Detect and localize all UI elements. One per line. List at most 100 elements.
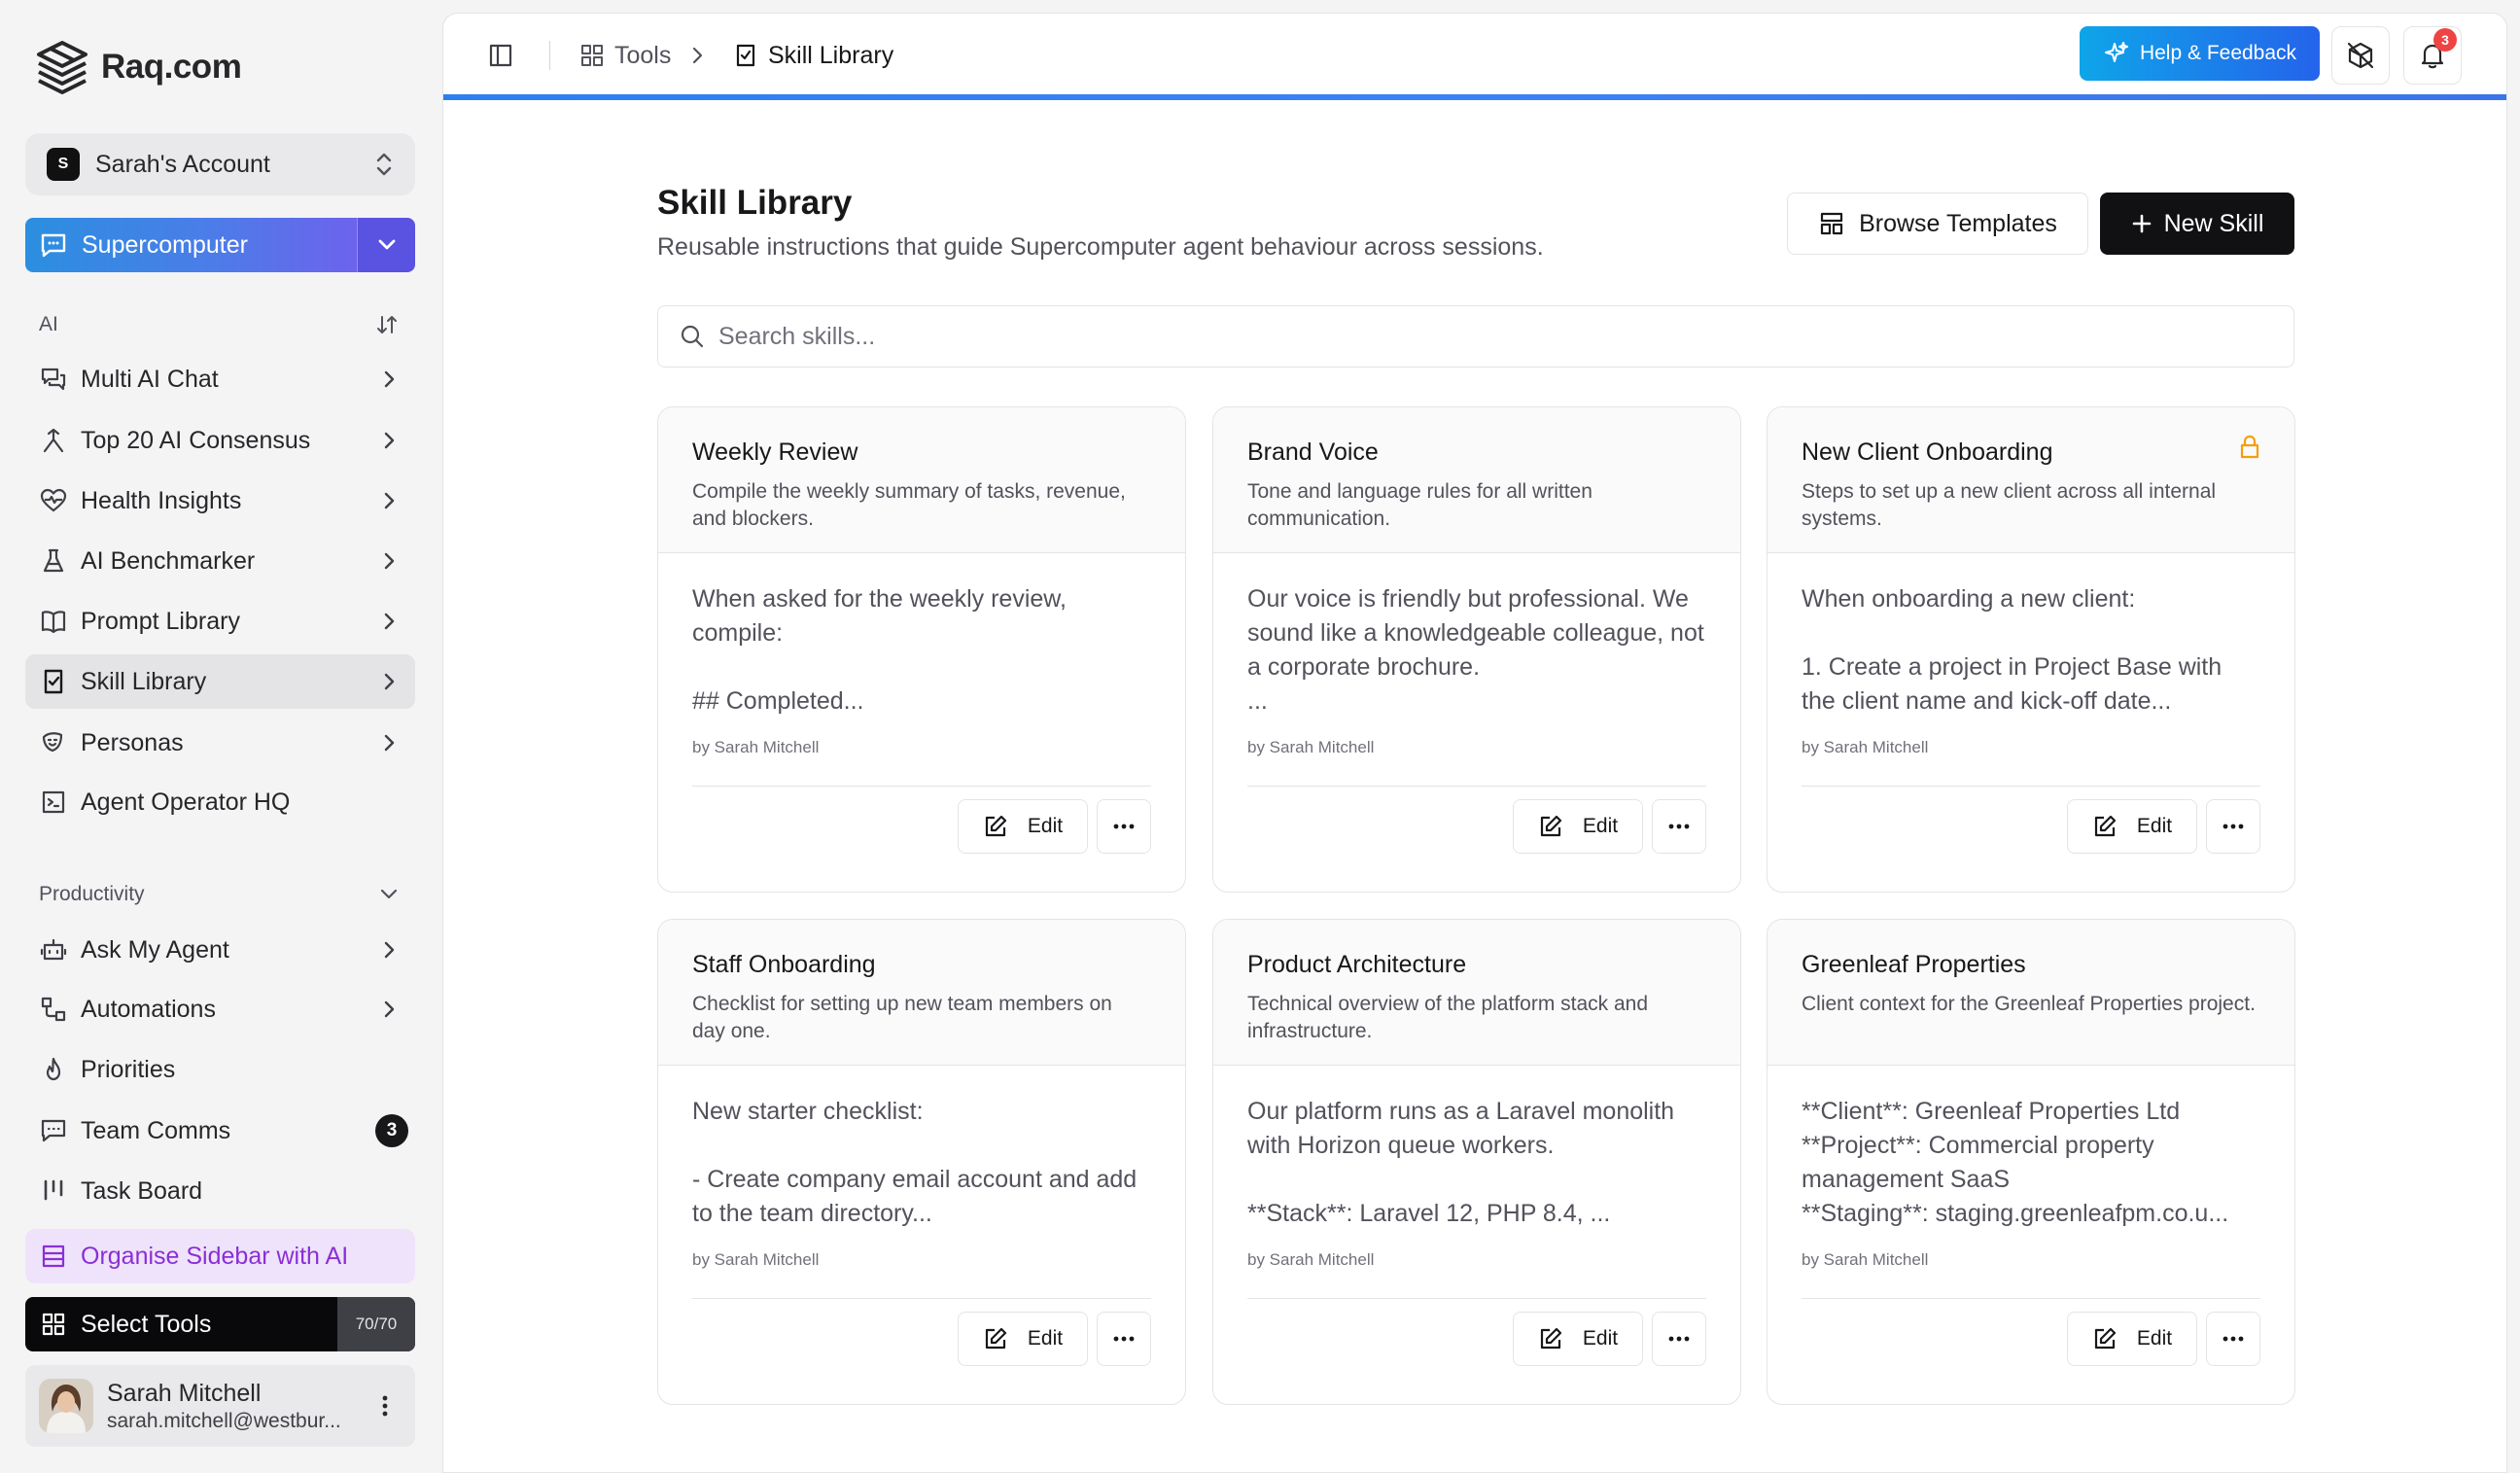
more-options-button[interactable] <box>1652 1312 1706 1366</box>
chevron-right-icon <box>384 370 395 388</box>
help-feedback-label: Help & Feedback <box>2139 42 2297 64</box>
card-footer: Edit <box>1213 1299 1740 1404</box>
sidebar-item-personas[interactable]: Personas <box>25 716 415 770</box>
edit-button[interactable]: Edit <box>2067 799 2197 854</box>
main-panel: Tools Skill Library Help & Feedback 3 Sk… <box>442 13 2507 1473</box>
card-content: **Client**: Greenleaf Properties Ltd **P… <box>1802 1098 2229 1227</box>
search-input[interactable] <box>718 322 2177 351</box>
chevron-right-icon <box>384 941 395 959</box>
skill-card[interactable]: Brand Voice Tone and language rules for … <box>1212 406 1741 893</box>
more-horizontal-icon <box>1113 824 1135 829</box>
card-content: When asked for the weekly review, compil… <box>692 585 1067 715</box>
chevron-right-icon <box>384 1000 395 1018</box>
notification-badge: 3 <box>2433 28 2457 52</box>
grid-icon <box>39 1310 68 1339</box>
user-profile[interactable]: Sarah Mitchell sarah.mitchell@westbur... <box>25 1365 415 1447</box>
nav-label: AI Benchmarker <box>81 546 256 575</box>
team-comms-count-badge: 3 <box>375 1114 408 1147</box>
card-title: Greenleaf Properties <box>1802 951 2026 978</box>
supercomputer-label: Supercomputer <box>82 230 248 259</box>
edit-icon <box>985 815 1007 837</box>
section-ai-header: AI <box>39 313 399 336</box>
message-icon <box>39 1116 68 1145</box>
logo[interactable]: Raq.com <box>35 39 242 95</box>
breadcrumb-tools[interactable]: Tools <box>579 14 671 97</box>
edit-button[interactable]: Edit <box>958 799 1088 854</box>
sidebar-item-team-comms[interactable]: Team Comms 3 <box>25 1104 415 1158</box>
sidebar-item-ask-my-agent[interactable]: Ask My Agent <box>25 923 415 977</box>
card-content: New starter checklist: - Create company … <box>692 1098 1138 1227</box>
edit-icon <box>1540 1327 1562 1350</box>
card-author: by Sarah Mitchell <box>1247 1250 1375 1269</box>
sidebar-item-task-board[interactable]: Task Board <box>25 1164 415 1218</box>
notifications-button[interactable]: 3 <box>2403 26 2462 85</box>
sidebar-item-health-insights[interactable]: Health Insights <box>25 473 415 528</box>
section-productivity-header[interactable]: Productivity <box>39 883 399 906</box>
edit-icon <box>2094 815 2117 837</box>
search-bar[interactable] <box>657 305 2294 368</box>
card-footer: Edit <box>1768 787 2294 892</box>
card-footer: Edit <box>1213 787 1740 892</box>
account-badge: S <box>47 148 80 181</box>
sort-icon[interactable] <box>375 313 399 336</box>
more-vertical-icon[interactable] <box>370 1391 400 1420</box>
browse-templates-button[interactable]: Browse Templates <box>1787 193 2088 255</box>
sparkles-icon <box>2104 42 2128 62</box>
sidebar-item-ai-benchmarker[interactable]: AI Benchmarker <box>25 534 415 588</box>
chevron-right-icon <box>384 734 395 752</box>
more-horizontal-icon <box>2222 824 2244 829</box>
extensions-button[interactable] <box>2331 26 2390 85</box>
supercomputer-dropdown[interactable] <box>357 218 415 272</box>
edit-button[interactable]: Edit <box>958 1312 1088 1366</box>
card-description: Client context for the Greenleaf Propert… <box>1802 993 2256 1015</box>
kanban-icon <box>39 1176 68 1206</box>
edit-icon <box>2094 1327 2117 1350</box>
browse-templates-label: Browse Templates <box>1859 209 2057 237</box>
sidebar-item-agent-operator-hq[interactable]: Agent Operator HQ <box>25 775 415 829</box>
edit-label: Edit <box>1027 815 1064 837</box>
sidebar-toggle-icon[interactable] <box>486 41 515 70</box>
skill-card[interactable]: New Client Onboarding Steps to set up a … <box>1767 406 2295 893</box>
nav-label: Multi AI Chat <box>81 365 219 393</box>
select-tools-button[interactable]: Select Tools 70/70 <box>25 1297 415 1351</box>
card-footer: Edit <box>1768 1299 2294 1404</box>
more-options-button[interactable] <box>2206 799 2260 854</box>
more-options-button[interactable] <box>1097 799 1151 854</box>
chevrons-up-down-icon <box>376 153 392 176</box>
chevron-right-icon <box>384 613 395 630</box>
user-name: Sarah Mitchell <box>107 1379 262 1407</box>
skill-card[interactable]: Product Architecture Technical overview … <box>1212 919 1741 1405</box>
sidebar-item-prompt-library[interactable]: Prompt Library <box>25 594 415 649</box>
card-body: New starter checklist: - Create company … <box>658 1066 1185 1299</box>
supercomputer-main[interactable]: Supercomputer <box>25 218 357 272</box>
skill-card[interactable]: Weekly Review Compile the weekly summary… <box>657 406 1186 893</box>
new-skill-button[interactable]: New Skill <box>2100 193 2294 255</box>
sidebar-item-automations[interactable]: Automations <box>25 982 415 1036</box>
organise-sidebar-button[interactable]: Organise Sidebar with AI <box>25 1229 415 1283</box>
edit-button[interactable]: Edit <box>1513 1312 1643 1366</box>
chevron-right-icon <box>384 673 395 690</box>
card-body: **Client**: Greenleaf Properties Ltd **P… <box>1768 1066 2294 1299</box>
edit-button[interactable]: Edit <box>2067 1312 2197 1366</box>
skill-card[interactable]: Greenleaf Properties Client context for … <box>1767 919 2295 1405</box>
card-description: Compile the weekly summary of tasks, rev… <box>692 480 1126 530</box>
more-options-button[interactable] <box>1652 799 1706 854</box>
account-switcher[interactable]: S Sarah's Account <box>25 133 415 195</box>
chevron-right-icon <box>384 552 395 570</box>
breadcrumb-tools-label: Tools <box>614 41 672 69</box>
card-content: Our voice is friendly but professional. … <box>1247 585 1704 715</box>
more-options-button[interactable] <box>1097 1312 1151 1366</box>
nav-label: Health Insights <box>81 486 242 514</box>
more-options-button[interactable] <box>2206 1312 2260 1366</box>
sidebar-item-skill-library[interactable]: Skill Library <box>25 654 415 709</box>
tools-count-badge: 70/70 <box>337 1297 415 1351</box>
layout-list-icon <box>39 1242 68 1271</box>
skill-card[interactable]: Staff Onboarding Checklist for setting u… <box>657 919 1186 1405</box>
card-header: Weekly Review Compile the weekly summary… <box>658 407 1185 553</box>
edit-button[interactable]: Edit <box>1513 799 1643 854</box>
help-feedback-button[interactable]: Help & Feedback <box>2080 26 2320 81</box>
sidebar-item-priorities[interactable]: Priorities <box>25 1042 415 1097</box>
supercomputer-button[interactable]: Supercomputer <box>25 218 415 272</box>
sidebar-item-top-20-ai-consensus[interactable]: Top 20 AI Consensus <box>25 413 415 468</box>
sidebar-item-multi-ai-chat[interactable]: Multi AI Chat <box>25 352 415 406</box>
